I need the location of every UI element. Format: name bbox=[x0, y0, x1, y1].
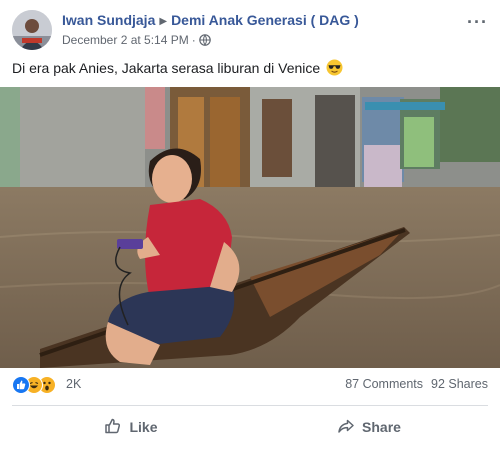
post-message: Di era pak Anies, Jakarta serasa liburan… bbox=[12, 59, 343, 79]
author-avatar[interactable] bbox=[12, 10, 52, 50]
like-label: Like bbox=[129, 419, 158, 435]
divider bbox=[12, 405, 488, 406]
comments-count[interactable]: 87 Comments bbox=[345, 377, 423, 391]
meta-dot: · bbox=[191, 33, 196, 47]
post-actions: Like Share bbox=[12, 410, 488, 444]
reaction-count[interactable]: 2K bbox=[66, 377, 81, 391]
globe-icon[interactable] bbox=[198, 34, 211, 49]
facebook-post: Iwan Sundjaja ▶ Demi Anak Generasi ( DAG )… bbox=[0, 0, 500, 453]
like-button[interactable]: Like bbox=[12, 410, 250, 444]
post-header: Iwan Sundjaja ▶ Demi Anak Generasi ( DAG )… bbox=[12, 10, 488, 50]
post-timestamp[interactable]: December 2 at 5:14 PM bbox=[62, 33, 189, 47]
post-photo[interactable] bbox=[0, 87, 500, 368]
post-message-text: Di era pak Anies, Jakarta serasa liburan… bbox=[12, 60, 321, 76]
author-name[interactable]: Iwan Sundjaja bbox=[62, 12, 155, 28]
post-meta: December 2 at 5:14 PM · bbox=[62, 33, 211, 49]
author-line: Iwan Sundjaja ▶ Demi Anak Generasi ( DAG ) bbox=[62, 12, 359, 28]
shares-count[interactable]: 92 Shares bbox=[431, 377, 488, 391]
sunglasses-emoji-icon bbox=[326, 59, 343, 79]
share-label: Share bbox=[362, 419, 401, 435]
like-reaction-icon bbox=[12, 376, 30, 394]
thumbs-up-icon bbox=[104, 417, 129, 438]
triangle-right-icon: ▶ bbox=[159, 16, 168, 27]
reactions-bar: 2K 87 Comments 92 Shares bbox=[12, 374, 488, 394]
share-button[interactable]: Share bbox=[250, 410, 488, 444]
share-arrow-icon bbox=[337, 417, 362, 438]
more-options-icon[interactable]: ··· bbox=[467, 12, 488, 33]
engagement-counts: 87 Comments 92 Shares bbox=[345, 377, 488, 391]
group-name[interactable]: Demi Anak Generasi ( DAG ) bbox=[171, 12, 359, 28]
